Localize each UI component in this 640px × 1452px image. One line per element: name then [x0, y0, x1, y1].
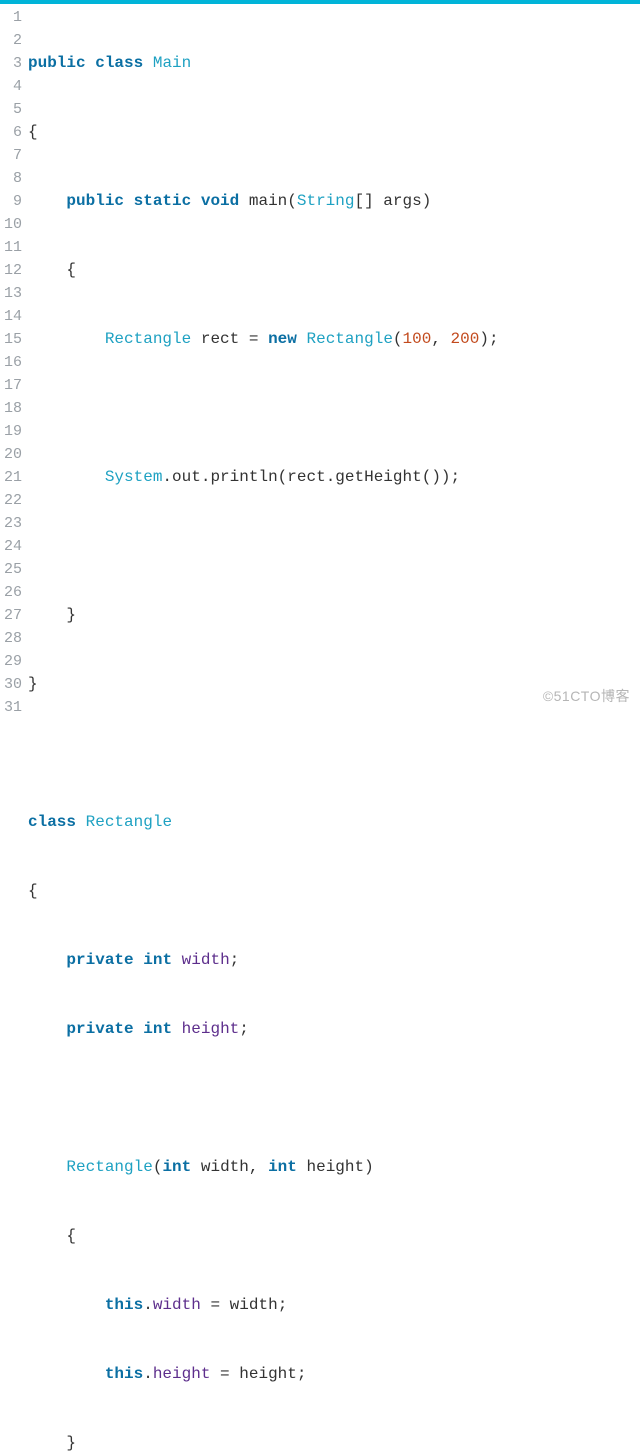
type: String — [297, 192, 355, 210]
line-number: 17 — [0, 374, 22, 397]
code-line: { — [28, 1225, 640, 1248]
line-number: 31 — [0, 696, 22, 719]
type: int — [143, 1020, 172, 1038]
line-number: 30 — [0, 673, 22, 696]
line-number-gutter: 1234567891011121314151617181920212223242… — [0, 6, 28, 1452]
line-number: 22 — [0, 489, 22, 512]
line-number: 3 — [0, 52, 22, 75]
keyword: public — [28, 54, 86, 72]
line-number: 16 — [0, 351, 22, 374]
code-line: this.width = width; — [28, 1294, 640, 1317]
type: int — [143, 951, 172, 969]
line-number: 6 — [0, 121, 22, 144]
line-number: 25 — [0, 558, 22, 581]
identifier: width — [230, 1296, 278, 1314]
type: System — [105, 468, 163, 486]
line-number: 21 — [0, 466, 22, 489]
keyword: class — [28, 813, 76, 831]
method-name: println — [210, 468, 277, 486]
line-number: 28 — [0, 627, 22, 650]
code-line — [28, 535, 640, 558]
identifier: rect — [201, 330, 239, 348]
code-editor: 1234567891011121314151617181920212223242… — [0, 4, 640, 1452]
line-number: 8 — [0, 167, 22, 190]
code-line: class Rectangle — [28, 811, 640, 834]
line-number: 20 — [0, 443, 22, 466]
code-line: public class Main — [28, 52, 640, 75]
keyword: public — [66, 192, 124, 210]
line-number: 23 — [0, 512, 22, 535]
code-line: public static void main(String[] args) — [28, 190, 640, 213]
identifier: height — [307, 1158, 365, 1176]
line-number: 19 — [0, 420, 22, 443]
code-line: { — [28, 121, 640, 144]
line-number: 14 — [0, 305, 22, 328]
keyword: this — [105, 1296, 143, 1314]
code-line: { — [28, 259, 640, 282]
code-line — [28, 397, 640, 420]
code-line: private int height; — [28, 1018, 640, 1041]
class-name: Main — [153, 54, 191, 72]
line-number: 4 — [0, 75, 22, 98]
operator: = — [249, 330, 259, 348]
code-line: this.height = height; — [28, 1363, 640, 1386]
keyword: new — [268, 330, 297, 348]
line-number: 15 — [0, 328, 22, 351]
code-line: { — [28, 880, 640, 903]
line-number: 10 — [0, 213, 22, 236]
constructor: Rectangle — [66, 1158, 152, 1176]
line-number: 2 — [0, 29, 22, 52]
field: width — [182, 951, 230, 969]
line-number: 27 — [0, 604, 22, 627]
class-name: Rectangle — [86, 813, 172, 831]
identifier: args — [383, 192, 421, 210]
line-number: 11 — [0, 236, 22, 259]
code-line — [28, 1087, 640, 1110]
field: height — [153, 1365, 211, 1383]
operator: = — [220, 1365, 230, 1383]
type: Rectangle — [307, 330, 393, 348]
code-content: public class Main { public static void m… — [28, 6, 640, 1452]
keyword: static — [134, 192, 192, 210]
code-line — [28, 742, 640, 765]
keyword: class — [95, 54, 143, 72]
number-literal: 100 — [403, 330, 432, 348]
line-number: 9 — [0, 190, 22, 213]
line-number: 29 — [0, 650, 22, 673]
method-name: getHeight — [335, 468, 421, 486]
line-number: 18 — [0, 397, 22, 420]
operator: = — [210, 1296, 220, 1314]
line-number: 1 — [0, 6, 22, 29]
keyword: private — [66, 951, 133, 969]
identifier: height — [239, 1365, 297, 1383]
field: height — [182, 1020, 240, 1038]
identifier: out — [172, 468, 201, 486]
number-literal: 200 — [451, 330, 480, 348]
code-line: } — [28, 604, 640, 627]
line-number: 26 — [0, 581, 22, 604]
method-name: main — [249, 192, 287, 210]
type: int — [162, 1158, 191, 1176]
line-number: 5 — [0, 98, 22, 121]
watermark: ©51CTO博客 — [543, 685, 630, 708]
type: int — [268, 1158, 297, 1176]
line-number: 24 — [0, 535, 22, 558]
identifier: rect — [287, 468, 325, 486]
line-number: 7 — [0, 144, 22, 167]
keyword: private — [66, 1020, 133, 1038]
identifier: width — [201, 1158, 249, 1176]
code-line: private int width; — [28, 949, 640, 972]
type: Rectangle — [105, 330, 191, 348]
line-number: 13 — [0, 282, 22, 305]
code-line: System.out.println(rect.getHeight()); — [28, 466, 640, 489]
code-line: } — [28, 1432, 640, 1452]
keyword: void — [201, 192, 239, 210]
code-line: Rectangle(int width, int height) — [28, 1156, 640, 1179]
keyword: this — [105, 1365, 143, 1383]
line-number: 12 — [0, 259, 22, 282]
field: width — [153, 1296, 201, 1314]
code-line: Rectangle rect = new Rectangle(100, 200)… — [28, 328, 640, 351]
